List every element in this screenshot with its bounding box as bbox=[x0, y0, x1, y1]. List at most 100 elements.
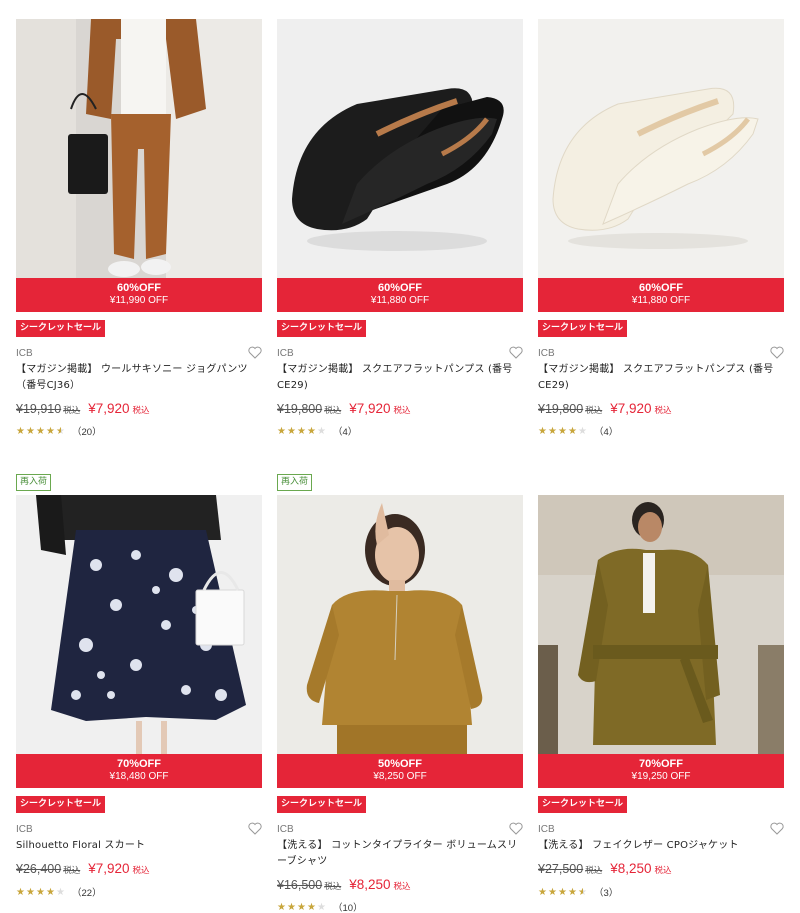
discount-banner: 60%OFF ¥11,990 OFF bbox=[16, 278, 262, 312]
review-count[interactable]: （3） bbox=[594, 885, 618, 899]
sale-tax-label: 税込 bbox=[654, 406, 672, 416]
price-row: ¥26,400 税込 ¥7,920 税込 bbox=[16, 858, 150, 876]
sale-price: ¥7,920 bbox=[349, 401, 391, 416]
original-tax-label: 税込 bbox=[63, 866, 81, 876]
product-image[interactable] bbox=[16, 19, 262, 278]
product-name[interactable]: 【マガジン掲載】 ウールサキソニー ジョグパンツ（番号CJ36） bbox=[16, 362, 262, 394]
rating-row: ★★★★★ （10） bbox=[277, 900, 363, 913]
original-price: ¥19,800 bbox=[538, 402, 584, 416]
secret-sale-badge: シークレットセール bbox=[538, 320, 628, 337]
review-count[interactable]: （20） bbox=[72, 424, 102, 438]
discount-percent: 60%OFF bbox=[116, 282, 161, 294]
favorite-heart-icon[interactable] bbox=[509, 822, 523, 835]
star-icon: ★ bbox=[538, 886, 547, 898]
secret-sale-badge: シークレットセール bbox=[538, 796, 628, 813]
star-icon: ★ bbox=[297, 901, 306, 913]
product-image[interactable] bbox=[277, 19, 523, 278]
star-icon: ★ bbox=[46, 425, 55, 437]
favorite-heart-icon[interactable] bbox=[248, 346, 262, 359]
secret-sale-badge: シークレットセール bbox=[16, 320, 106, 337]
product-image[interactable] bbox=[277, 495, 523, 754]
product-card[interactable]: 60%OFF ¥11,880 OFF シークレットセール ICB 【マガジン掲載… bbox=[538, 0, 784, 440]
price-row: ¥16,500 税込 ¥8,250 税込 bbox=[277, 874, 411, 892]
star-rating: ★★★★★ bbox=[277, 426, 327, 437]
rating-row: ★★★★★ （3） bbox=[538, 885, 618, 899]
star-icon: ★ bbox=[16, 425, 25, 437]
star-icon: ★ bbox=[297, 425, 306, 437]
review-count[interactable]: （4） bbox=[333, 424, 357, 438]
review-count[interactable]: （22） bbox=[72, 885, 102, 899]
favorite-heart-icon[interactable] bbox=[248, 822, 262, 835]
favorite-heart-icon[interactable] bbox=[509, 346, 523, 359]
star-icon: ★ bbox=[538, 425, 547, 437]
review-count[interactable]: （10） bbox=[333, 900, 363, 913]
product-name[interactable]: 【マガジン掲載】 スクエアフラットパンプス (番号CE29) bbox=[277, 362, 523, 394]
product-image[interactable] bbox=[16, 495, 262, 754]
star-icon: ★ bbox=[36, 886, 45, 898]
discount-banner: 60%OFF ¥11,880 OFF bbox=[538, 278, 784, 312]
restock-badge: 再入荷 bbox=[16, 474, 52, 491]
original-price: ¥19,910 bbox=[16, 402, 62, 416]
discount-percent: 50%OFF bbox=[377, 758, 422, 770]
price-row: ¥19,910 税込 ¥7,920 税込 bbox=[16, 398, 150, 416]
product-image[interactable] bbox=[538, 19, 784, 278]
sale-tax-label: 税込 bbox=[654, 866, 672, 876]
price-row: ¥27,500 税込 ¥8,250 税込 bbox=[538, 858, 672, 876]
brand-name[interactable]: ICB bbox=[277, 824, 294, 835]
star-rating: ★★★★★ bbox=[538, 426, 588, 437]
product-card[interactable]: 70%OFF ¥19,250 OFF シークレットセール ICB 【洗える】 フ… bbox=[538, 474, 784, 913]
discount-amount: ¥11,990 OFF bbox=[109, 295, 169, 306]
sale-tax-label: 税込 bbox=[393, 882, 411, 892]
price-row: ¥19,800 税込 ¥7,920 税込 bbox=[277, 398, 411, 416]
discount-percent: 60%OFF bbox=[638, 282, 683, 294]
original-price: ¥27,500 bbox=[538, 862, 584, 876]
star-icon: ★ bbox=[36, 425, 45, 437]
rating-row: ★★★★★ （4） bbox=[277, 424, 357, 438]
star-icon: ★ bbox=[578, 425, 587, 437]
star-icon: ★ bbox=[558, 886, 567, 898]
price-row: ¥19,800 税込 ¥7,920 税込 bbox=[538, 398, 672, 416]
brand-name[interactable]: ICB bbox=[538, 824, 555, 835]
discount-banner: 60%OFF ¥11,880 OFF bbox=[277, 278, 523, 312]
star-icon: ★ bbox=[568, 886, 577, 898]
star-icon: ★ bbox=[46, 886, 55, 898]
sale-price: ¥7,920 bbox=[88, 401, 130, 416]
discount-banner: 50%OFF ¥8,250 OFF bbox=[277, 754, 523, 788]
original-tax-label: 税込 bbox=[324, 406, 342, 416]
brand-name[interactable]: ICB bbox=[16, 824, 33, 835]
secret-sale-badge: シークレットセール bbox=[277, 320, 367, 337]
star-rating: ★★★★★ bbox=[16, 426, 66, 437]
product-card[interactable]: 再入荷 70%OFF ¥18,480 OFF シークレットセール ICB Sil… bbox=[16, 474, 262, 913]
star-icon: ★ bbox=[26, 425, 35, 437]
star-icon: ★ bbox=[277, 425, 286, 437]
star-icon: ★ bbox=[287, 901, 296, 913]
product-image[interactable] bbox=[538, 495, 784, 754]
product-card[interactable]: 60%OFF ¥11,880 OFF シークレットセール ICB 【マガジン掲載… bbox=[277, 0, 523, 440]
sale-price: ¥8,250 bbox=[610, 861, 652, 876]
sale-price: ¥7,920 bbox=[88, 861, 130, 876]
product-card[interactable]: 60%OFF ¥11,990 OFF シークレットセール ICB 【マガジン掲載… bbox=[16, 0, 262, 440]
sale-tax-label: 税込 bbox=[132, 866, 150, 876]
star-icon: ★ bbox=[317, 901, 326, 913]
star-icon: ★ bbox=[568, 425, 577, 437]
product-card[interactable]: 再入荷 50%OFF ¥8,250 OFF シークレットセール ICB 【洗える… bbox=[277, 474, 523, 913]
discount-banner: 70%OFF ¥18,480 OFF bbox=[16, 754, 262, 788]
discount-percent: 70%OFF bbox=[638, 758, 683, 770]
product-name[interactable]: 【マガジン掲載】 スクエアフラットパンプス (番号CE29) bbox=[538, 362, 784, 394]
favorite-heart-icon[interactable] bbox=[770, 822, 784, 835]
brand-name[interactable]: ICB bbox=[16, 348, 33, 359]
product-name[interactable]: Silhouetto Floral スカート bbox=[16, 838, 262, 854]
brand-name[interactable]: ICB bbox=[538, 348, 555, 359]
original-price: ¥19,800 bbox=[277, 402, 323, 416]
original-tax-label: 税込 bbox=[63, 406, 81, 416]
brand-name[interactable]: ICB bbox=[277, 348, 294, 359]
original-price: ¥26,400 bbox=[16, 862, 62, 876]
secret-sale-badge: シークレットセール bbox=[16, 796, 106, 813]
star-rating: ★★★★★ bbox=[16, 887, 66, 898]
product-name[interactable]: 【洗える】 フェイクレザー CPOジャケット bbox=[538, 838, 784, 854]
favorite-heart-icon[interactable] bbox=[770, 346, 784, 359]
original-tax-label: 税込 bbox=[585, 866, 603, 876]
review-count[interactable]: （4） bbox=[594, 424, 618, 438]
product-name[interactable]: 【洗える】 コットンタイプライター ボリュームスリーブシャツ bbox=[277, 838, 523, 870]
sale-tax-label: 税込 bbox=[393, 406, 411, 416]
